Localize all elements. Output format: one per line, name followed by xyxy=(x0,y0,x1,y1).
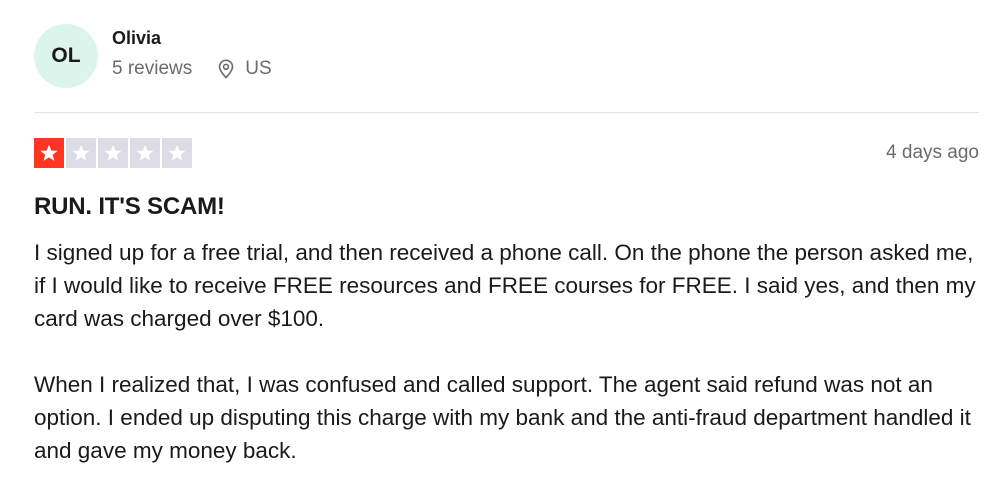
rating-row: 4 days ago xyxy=(34,138,979,168)
consumer-meta: 5 reviews US xyxy=(112,58,272,80)
review-card: OL Olivia 5 reviews US 4 days ago RUN. I… xyxy=(0,0,1008,490)
review-body: I signed up for a free trial, and then r… xyxy=(34,236,979,500)
review-count: 5 reviews xyxy=(112,58,193,79)
star-icon xyxy=(130,138,160,168)
star-icon xyxy=(66,138,96,168)
review-paragraph: I signed up for a free trial, and then r… xyxy=(34,240,976,331)
consumer-location: US xyxy=(245,58,272,79)
avatar-initials: OL xyxy=(51,44,81,67)
avatar[interactable]: OL xyxy=(34,24,98,88)
consumer-info[interactable]: OL Olivia 5 reviews US xyxy=(34,24,272,88)
star-icon xyxy=(98,138,128,168)
review-paragraph: When I realized that, I was confused and… xyxy=(34,372,971,463)
divider xyxy=(34,112,979,113)
star-icon xyxy=(162,138,192,168)
consumer-details: Olivia 5 reviews US xyxy=(112,27,272,80)
review-date: 4 days ago xyxy=(886,142,979,163)
location-pin-icon xyxy=(216,59,236,79)
consumer-name[interactable]: Olivia xyxy=(112,27,272,49)
star-rating xyxy=(34,138,192,168)
star-icon xyxy=(34,138,64,168)
review-title[interactable]: RUN. IT'S SCAM! xyxy=(34,193,225,221)
